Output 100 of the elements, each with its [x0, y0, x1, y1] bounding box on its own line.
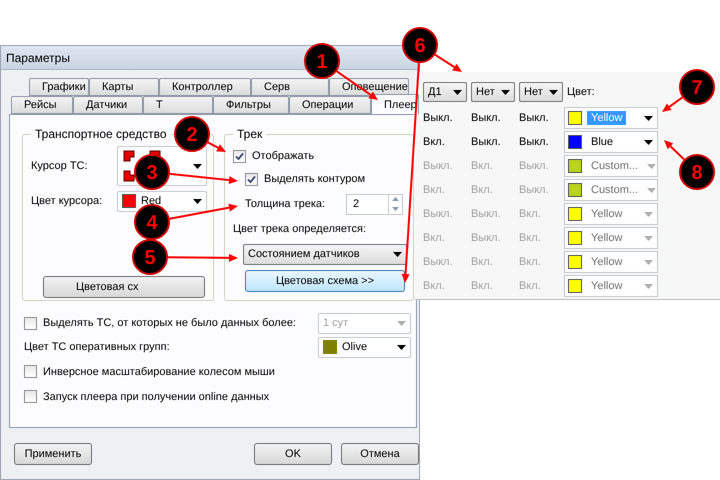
callout-marker: 5 [132, 239, 168, 275]
field-label: Цвет курсора: [31, 195, 104, 208]
state-text: Выкл. [471, 208, 502, 220]
color-select[interactable]: Red [117, 190, 207, 212]
color-select[interactable]: Custom... [564, 179, 658, 201]
caret-icon [393, 252, 402, 257]
sensor-select[interactable]: Нет [471, 82, 515, 102]
caret-icon [397, 344, 406, 350]
checkbox-label: Выделять ТС, от которых не было данных более: [43, 317, 296, 330]
field-label: Цвет трека определяется: [233, 223, 366, 236]
sensor-select[interactable]: Д1 [423, 82, 467, 102]
state-text: Выкл. [423, 112, 454, 124]
callout-marker: 6 [402, 27, 438, 63]
tab[interactable]: Фильтры [213, 96, 289, 114]
callout-marker: 1 [304, 43, 340, 79]
state-text: Вкл. [471, 280, 494, 292]
checkbox[interactable] [24, 390, 37, 404]
caret-icon [647, 188, 656, 192]
callout-marker: 3 [134, 154, 170, 190]
field-label: Курсор ТС: [31, 160, 89, 172]
tab[interactable]: Графики [29, 78, 89, 96]
field-label: Цвет ТС оперативных групп: [24, 341, 170, 354]
state-text: Вкл. [423, 184, 446, 196]
tab[interactable]: Карты [89, 78, 159, 96]
spin-up-icon [389, 194, 402, 204]
tab[interactable]: Датчики [73, 96, 143, 114]
tab[interactable]: Плеер [371, 94, 419, 114]
state-text: Выкл. [471, 136, 502, 148]
state-text: Выкл. [471, 112, 502, 124]
state-text: Выкл. [423, 208, 454, 220]
group-title: Транспортное средство [34, 127, 168, 142]
annotation-arrow [168, 254, 238, 262]
checkbox[interactable] [24, 316, 37, 330]
state-text: Вкл. [423, 280, 446, 292]
color-select[interactable]: Blue [564, 131, 658, 153]
annotation-arrow [207, 142, 226, 152]
checkbox-label: Отображать [252, 150, 314, 162]
state-text: Выкл. [471, 232, 502, 244]
column-label: Цвет: [567, 86, 596, 98]
callout-marker: 4 [134, 204, 170, 240]
state-text: Вкл. [519, 232, 542, 244]
state-text: Выкл. [423, 160, 454, 172]
color-scheme-button[interactable]: Цветовая сх [43, 276, 205, 298]
state-text: Выкл. [519, 184, 550, 196]
annotation-arrow [434, 54, 462, 72]
callout-marker: 8 [679, 154, 715, 190]
tab[interactable]: Операции [289, 96, 371, 114]
color-select[interactable]: Yellow [564, 251, 658, 273]
checkbox[interactable] [233, 150, 246, 163]
caret-icon [644, 284, 653, 288]
color-select[interactable]: Custom... [564, 155, 658, 177]
caret-icon [501, 90, 510, 94]
color-select[interactable]: Yellow [564, 275, 658, 297]
color-select[interactable]: Yellow [564, 227, 658, 249]
caret-icon [647, 164, 656, 168]
dropdown[interactable]: Состоянием датчиков [243, 244, 407, 265]
number-field[interactable]: 2 [346, 194, 403, 215]
cursor-icon [122, 149, 162, 184]
tab[interactable]: Т [143, 96, 213, 114]
color-select[interactable]: Yellow [564, 203, 658, 225]
annotation-arrow [664, 140, 685, 160]
caret-icon [193, 164, 202, 169]
caret-icon [397, 320, 406, 326]
caret-icon [644, 116, 653, 120]
state-text: Вкл. [471, 160, 494, 172]
state-text: Вкл. [519, 256, 542, 268]
caret-icon [644, 260, 653, 264]
tab[interactable]: Серв [251, 78, 329, 96]
caret-icon [644, 236, 653, 240]
caret-icon [549, 90, 558, 94]
tab[interactable]: Контроллер [159, 78, 251, 96]
group-title: Трек [236, 127, 264, 142]
annotation-arrow [662, 96, 683, 112]
color-scheme-button[interactable]: Цветовая схема >> [245, 270, 405, 292]
annotation-arrow [170, 172, 238, 184]
callout-marker: 7 [679, 69, 715, 105]
state-text: Выкл. [519, 112, 550, 124]
state-text: Вкл. [519, 208, 542, 220]
dialog-button[interactable]: Применить [14, 442, 92, 465]
caret-icon [644, 212, 653, 216]
state-text: Вкл. [471, 256, 494, 268]
dropdown[interactable]: Olive [318, 336, 411, 358]
annotation-arrow [170, 204, 238, 220]
tab[interactable]: Рейсы [11, 96, 73, 114]
checkbox-label: Запуск плеера при получении online данных [43, 390, 270, 403]
checkbox[interactable] [245, 172, 258, 186]
checkbox-label: Выделять контуром [264, 173, 366, 186]
sensor-select[interactable]: Нет [519, 82, 563, 102]
checkbox[interactable] [24, 365, 37, 378]
state-text: Выкл. [423, 256, 454, 268]
state-text: Вкл. [471, 184, 494, 196]
checkbox-label: Инверсное масштабирование колесом мыши [43, 366, 275, 378]
field-label: Толщина трека: [245, 198, 326, 210]
state-text: Выкл. [519, 160, 550, 172]
state-text: Выкл. [519, 136, 550, 148]
callout-marker: 2 [174, 116, 210, 152]
caret-icon [644, 140, 653, 144]
dialog-button[interactable]: Отмена [341, 442, 419, 465]
state-text: Вкл. [423, 232, 446, 244]
dialog-button[interactable]: OK [254, 442, 332, 465]
